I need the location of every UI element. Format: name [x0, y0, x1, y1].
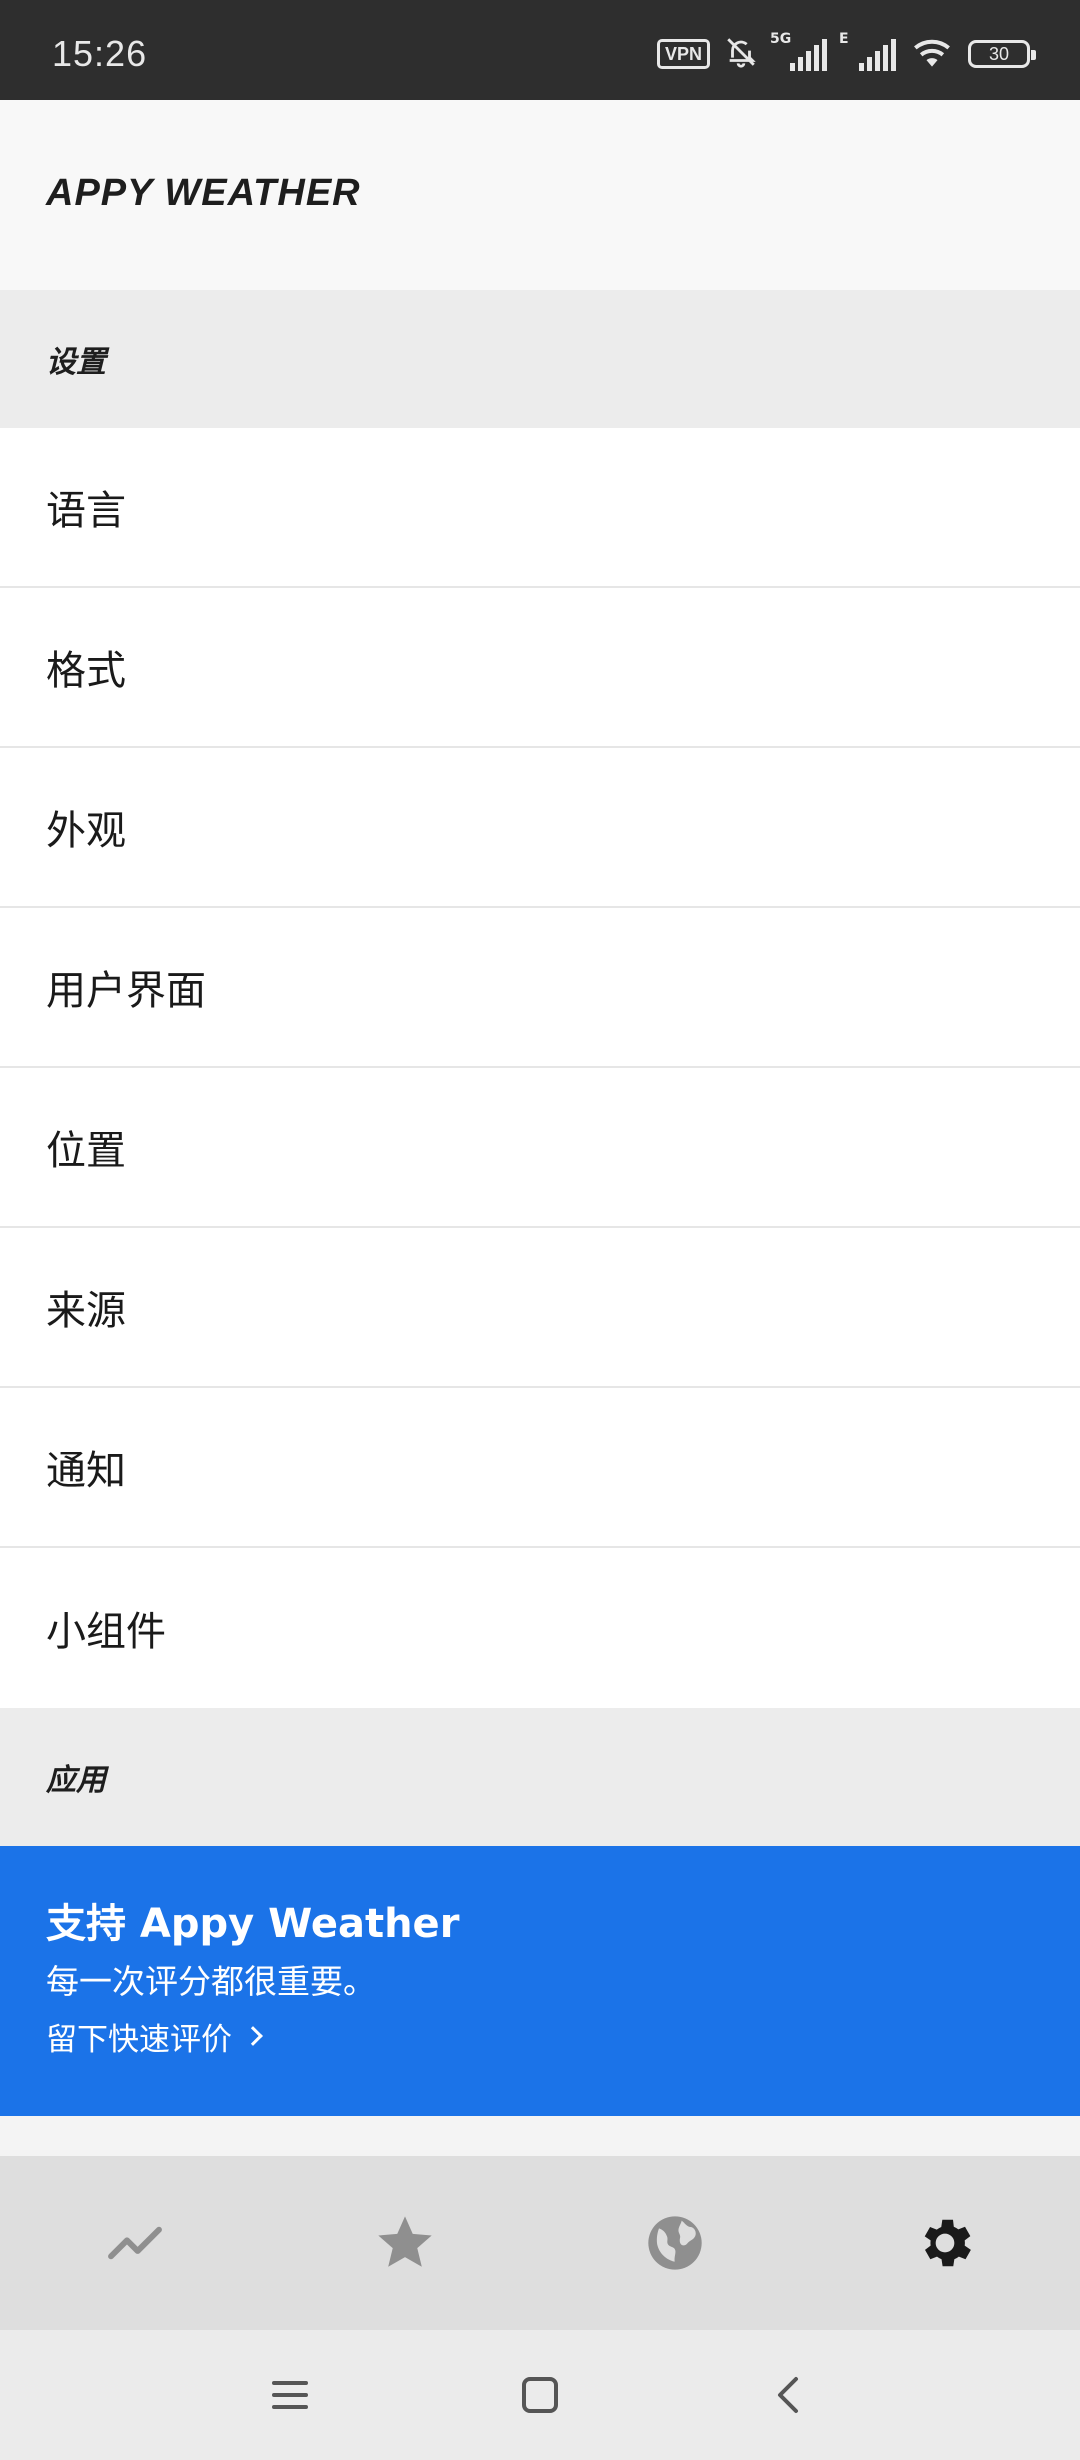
- menu-item-label: 用户界面: [46, 968, 206, 1014]
- status-icons: VPN 5G E 30: [656, 31, 1036, 73]
- back-button[interactable]: [760, 2365, 820, 2425]
- menu-item-location[interactable]: 位置: [0, 1068, 1080, 1228]
- settings-menu: 语言 格式 外观 用户界面 位置 来源 通知 小组件: [0, 428, 1080, 1708]
- recent-apps-button[interactable]: [260, 2365, 320, 2425]
- tab-map[interactable]: [540, 2156, 810, 2330]
- wifi-icon: [910, 35, 954, 73]
- menu-item-label: 格式: [46, 648, 126, 694]
- tab-favorites[interactable]: [270, 2156, 540, 2330]
- gear-icon: [924, 2219, 971, 2267]
- rate-link[interactable]: 留下快速评价: [46, 2020, 1034, 2060]
- chevron-right-icon: [243, 2026, 263, 2046]
- menu-item-language[interactable]: 语言: [0, 428, 1080, 588]
- status-bar: 15:26 VPN 5G E 30: [0, 0, 1080, 100]
- section-header-app: 应用: [0, 1708, 1080, 1846]
- menu-item-label: 来源: [46, 1288, 126, 1334]
- star-icon: [378, 2216, 432, 2267]
- section-title-app: 应用: [46, 1763, 106, 1798]
- menu-item-widgets[interactable]: 小组件: [0, 1548, 1080, 1708]
- menu-item-label: 位置: [46, 1128, 126, 1174]
- menu-item-user-interface[interactable]: 用户界面: [0, 908, 1080, 1068]
- section-title-settings: 设置: [46, 345, 106, 380]
- section-header-settings: 设置: [0, 290, 1080, 428]
- vpn-icon: VPN: [656, 39, 710, 69]
- status-time: 15:26: [52, 33, 148, 74]
- menu-item-label: 通知: [46, 1448, 126, 1494]
- menu-icon: [272, 2381, 308, 2409]
- home-square-icon: [522, 2377, 558, 2413]
- tab-trends[interactable]: [0, 2156, 270, 2330]
- bottom-nav: [0, 2156, 1080, 2330]
- menu-item-label: 外观: [46, 808, 126, 854]
- bell-muted-icon: [724, 35, 758, 73]
- app-title: APPY WEATHER: [46, 171, 361, 214]
- back-chevron-icon: [778, 2377, 798, 2413]
- menu-item-appearance[interactable]: 外观: [0, 748, 1080, 908]
- support-title: 支持 Appy Weather: [46, 1901, 460, 1947]
- system-nav-bar: [0, 2330, 1080, 2460]
- menu-item-format[interactable]: 格式: [0, 588, 1080, 748]
- menu-item-label: 小组件: [46, 1609, 166, 1655]
- home-button[interactable]: [510, 2365, 570, 2425]
- menu-item-notifications[interactable]: 通知: [0, 1388, 1080, 1548]
- support-subtitle: 每一次评分都很重要。: [46, 1962, 376, 2001]
- globe-icon: [648, 2216, 702, 2270]
- rate-link-label: 留下快速评价: [46, 2022, 232, 2058]
- signal-5g-icon: 5G: [770, 31, 827, 71]
- trend-icon: [108, 2226, 162, 2260]
- app-header: APPY WEATHER: [0, 100, 1080, 290]
- signal-e-icon: E: [839, 31, 896, 71]
- battery-icon: 30: [968, 40, 1036, 68]
- tab-settings[interactable]: [810, 2156, 1080, 2330]
- menu-item-label: 语言: [46, 488, 126, 534]
- menu-item-source[interactable]: 来源: [0, 1228, 1080, 1388]
- support-banner[interactable]: 支持 Appy Weather 每一次评分都很重要。 留下快速评价: [0, 1846, 1080, 2116]
